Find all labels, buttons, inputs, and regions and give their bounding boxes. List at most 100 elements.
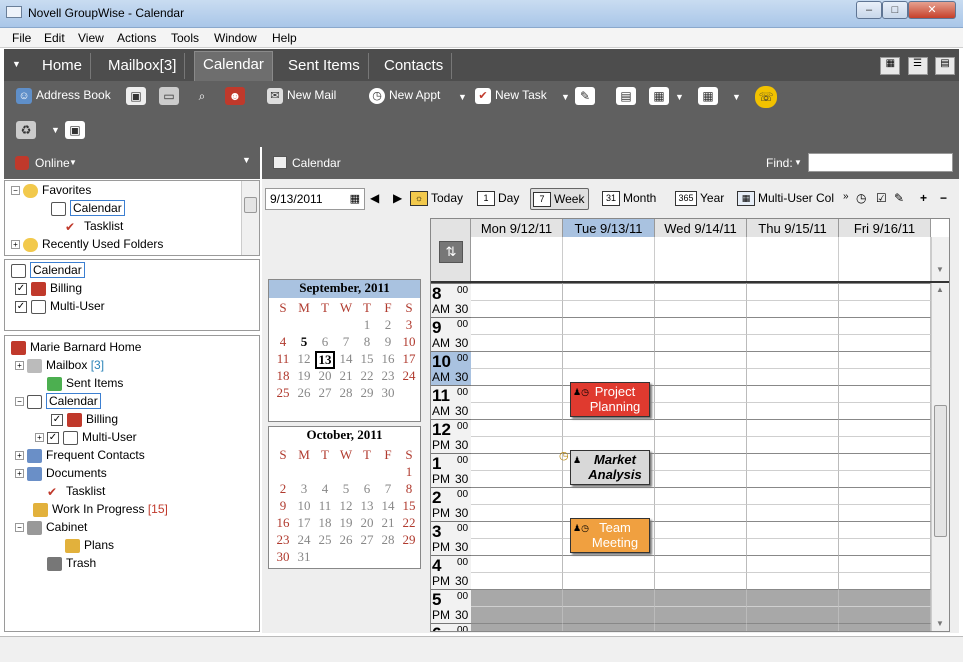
time-slot[interactable] [839, 470, 931, 487]
mini-calendar-day[interactable]: 5 [336, 481, 356, 497]
time-slot[interactable] [747, 589, 839, 606]
multi-user-folder[interactable]: + ✓ Multi-User [35, 430, 137, 445]
close-button[interactable]: ✕ [908, 1, 956, 19]
time-slot[interactable] [747, 283, 839, 300]
day-view-button[interactable]: 1 Day [477, 188, 519, 210]
previous-icon[interactable]: ◀ [370, 188, 379, 210]
mini-calendar-day[interactable]: 12 [294, 351, 314, 367]
multi-user-view-button[interactable]: ▦ Multi-User Col [737, 188, 841, 210]
time-slot[interactable] [655, 402, 747, 419]
appointment-market-analysis[interactable]: ◷ ♟ Market Analysis [559, 450, 650, 485]
day-header[interactable]: Wed 9/14/11 [655, 219, 747, 237]
day-header[interactable]: Fri 9/16/11 [839, 219, 931, 237]
mini-calendar-day[interactable]: 18 [315, 515, 335, 531]
recent-folders-node[interactable]: + Recently Used Folders [11, 237, 163, 252]
mini-calendar-day[interactable]: 3 [399, 317, 419, 333]
mini-calendar-day[interactable]: 15 [399, 498, 419, 514]
time-slot[interactable] [839, 419, 931, 436]
mini-calendar-day[interactable]: 24 [399, 368, 419, 384]
mini-calendar-day[interactable]: 10 [294, 498, 314, 514]
time-slot[interactable] [655, 436, 747, 453]
zoom-out-icon[interactable]: − [940, 188, 947, 210]
year-view-button[interactable]: 365 Year [675, 188, 724, 210]
time-slot[interactable] [655, 283, 747, 300]
time-slot[interactable] [747, 385, 839, 402]
time-slot[interactable] [471, 317, 563, 334]
time-slot[interactable] [471, 453, 563, 470]
mini-calendar-day[interactable]: 10 [399, 334, 419, 350]
calendar-root[interactable]: Calendar [11, 262, 85, 278]
time-slot[interactable] [563, 419, 655, 436]
time-slot[interactable] [747, 572, 839, 589]
time-slot[interactable] [747, 487, 839, 504]
allday-scrollbar[interactable]: ▼ [931, 237, 949, 281]
favorites-node[interactable]: − Favorites [11, 183, 91, 198]
collapse-icon[interactable]: − [11, 186, 20, 196]
today-button[interactable]: ☼ Today [410, 188, 463, 210]
all-day-cell[interactable] [471, 237, 563, 281]
cabinet-folder[interactable]: − Cabinet [15, 520, 87, 535]
time-slot[interactable] [747, 470, 839, 487]
time-slot[interactable] [471, 385, 563, 402]
time-slot[interactable] [839, 317, 931, 334]
time-slot[interactable] [471, 368, 563, 385]
time-slot[interactable] [655, 470, 747, 487]
time-slot[interactable] [839, 521, 931, 538]
mini-calendar-day[interactable]: 17 [399, 351, 419, 367]
appointment-team-meeting[interactable]: ♟◷ Team Meeting [570, 518, 650, 553]
grid-view-icon[interactable]: ▦ [698, 87, 718, 105]
menu-edit[interactable]: Edit [44, 31, 65, 45]
time-slot[interactable] [563, 300, 655, 317]
time-slot[interactable] [471, 351, 563, 368]
online-dropdown-icon[interactable]: ▼ [69, 158, 77, 167]
time-slot[interactable] [655, 606, 747, 623]
mini-calendar-day[interactable]: 30 [378, 385, 398, 401]
calendar-multi-user[interactable]: ✓ Multi-User [15, 299, 105, 314]
mini-calendar-day[interactable]: 20 [357, 515, 377, 531]
online-mode-label[interactable]: Online [35, 156, 70, 170]
mini-calendar-day[interactable]: 7 [336, 334, 356, 350]
tab-mailbox[interactable]: Mailbox[3] [100, 53, 186, 79]
favorites-calendar[interactable]: Calendar [51, 200, 125, 216]
new-mail-button[interactable]: ✉ New Mail [267, 88, 336, 104]
mini-calendar-day[interactable]: 3 [294, 481, 314, 497]
expand-icon[interactable]: + [11, 240, 20, 250]
tab-calendar[interactable]: Calendar [194, 51, 273, 81]
time-slot[interactable] [839, 436, 931, 453]
card-icon[interactable]: ▣ [126, 87, 146, 105]
time-slot[interactable] [655, 351, 747, 368]
folder-list-icon[interactable]: ▦ [880, 57, 901, 75]
time-slot[interactable] [655, 555, 747, 572]
expand-icon[interactable]: + [15, 469, 24, 479]
time-slot[interactable] [655, 368, 747, 385]
mini-calendar-day[interactable]: 23 [378, 368, 398, 384]
wip-folder[interactable]: Work In Progress [15] [33, 502, 168, 517]
maximize-button[interactable]: □ [882, 1, 908, 19]
next-icon[interactable]: ▶ [393, 188, 402, 210]
frequent-contacts-folder[interactable]: + Frequent Contacts [15, 448, 145, 463]
mini-calendar-day[interactable]: 15 [357, 351, 377, 367]
more-icon[interactable]: » [843, 188, 849, 210]
printer-icon[interactable]: ▭ [159, 87, 179, 105]
day-header[interactable]: Thu 9/15/11 [747, 219, 839, 237]
time-slot[interactable] [471, 538, 563, 555]
time-slot[interactable] [471, 572, 563, 589]
multi-user-checkbox[interactable]: ✓ [47, 431, 59, 444]
mini-calendar-day[interactable]: 23 [273, 532, 293, 548]
trash-icon[interactable]: ♻ [16, 121, 36, 139]
mini-calendar-day[interactable]: 18 [273, 368, 293, 384]
time-slot[interactable] [747, 368, 839, 385]
all-day-cell[interactable] [747, 237, 839, 281]
new-note-icon[interactable]: ✎ [575, 87, 595, 105]
time-slot[interactable] [747, 555, 839, 572]
display-settings-icon[interactable]: ▤ [616, 87, 636, 105]
calendar-folder[interactable]: − Calendar [15, 393, 101, 409]
time-slot[interactable] [655, 538, 747, 555]
time-slot[interactable] [747, 351, 839, 368]
time-slot[interactable] [471, 521, 563, 538]
time-slot[interactable] [655, 504, 747, 521]
mini-calendar-day[interactable]: 27 [357, 532, 377, 548]
time-slot[interactable] [747, 419, 839, 436]
mini-calendar-day[interactable]: 21 [378, 515, 398, 531]
time-slot[interactable] [655, 521, 747, 538]
